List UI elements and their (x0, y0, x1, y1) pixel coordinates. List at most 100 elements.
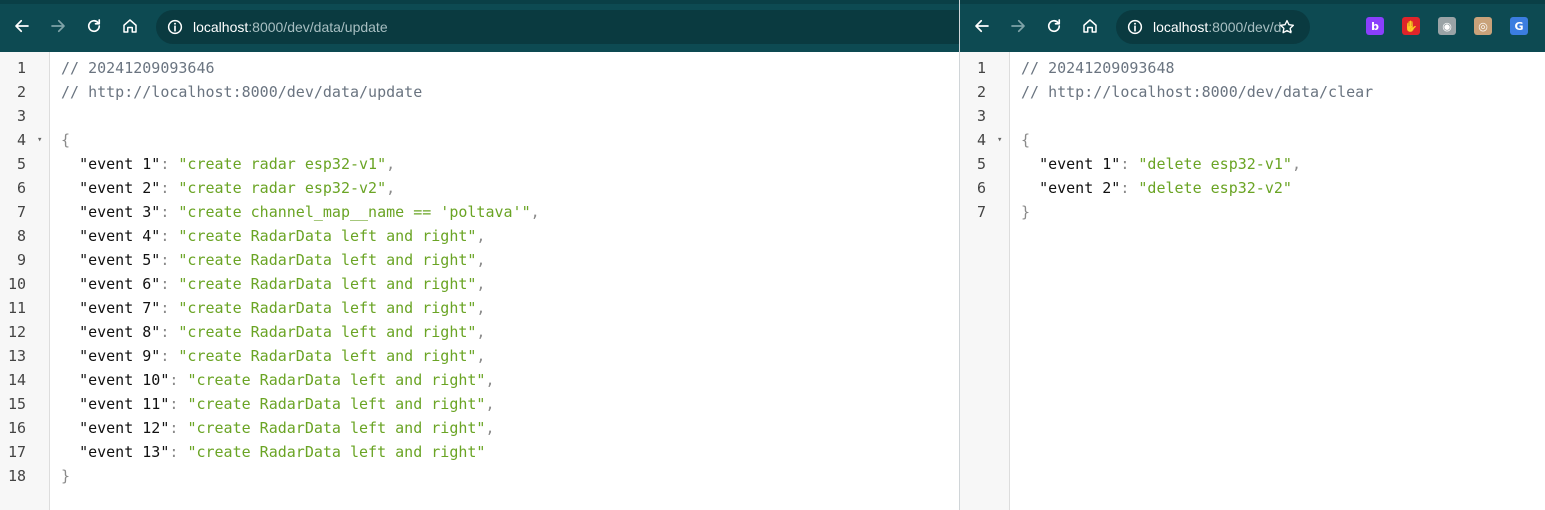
json-string-value: "create RadarData left and right" (178, 323, 477, 341)
json-comma: , (476, 323, 486, 341)
line-number: 3 (16, 107, 26, 125)
fold-toggle-icon[interactable]: ▾ (997, 128, 1002, 152)
line-content: "event 13": "create RadarData left and r… (61, 440, 485, 464)
json-colon: : (160, 347, 179, 365)
json-viewer: 1 // 20241209093648 2 // http://localhost:8… (960, 52, 1545, 510)
json-colon: : (160, 251, 179, 269)
code-line: 16 "event 12": "create RadarData left an… (0, 416, 959, 440)
json-key: "event 4" (79, 227, 161, 245)
code-line: 12 "event 8": "create RadarData left and… (0, 320, 959, 344)
home-icon (1083, 19, 1097, 33)
extension-glyph: ✋ (1404, 19, 1418, 33)
home-button[interactable] (1078, 14, 1102, 38)
json-string-value: "create radar esp32-v1" (178, 155, 387, 173)
json-colon: : (160, 227, 179, 245)
json-string-value: "create RadarData left and right" (187, 443, 486, 461)
line-number: 4 (16, 131, 26, 149)
json-colon: : (169, 419, 188, 437)
json-key: "event 10" (79, 371, 170, 389)
glasses-extension-icon[interactable]: ◎ (1474, 17, 1492, 35)
line-content: "event 10": "create RadarData left and r… (61, 368, 494, 392)
json-key: "event 1" (1039, 155, 1121, 173)
json-colon: : (160, 203, 179, 221)
json-string-value: "create RadarData left and right" (187, 419, 486, 437)
line-number: 9 (16, 251, 26, 269)
bitwarden-extension-icon[interactable]: b (1366, 17, 1384, 35)
url-text: localhost:8000/dev/d... (1153, 19, 1294, 35)
line-content: "event 3": "create channel_map__name == … (61, 200, 540, 224)
json-colon: : (169, 371, 188, 389)
json-comment: // http://localhost:8000/dev/data/clear (1021, 83, 1374, 101)
line-content: "event 7": "create RadarData left and ri… (61, 296, 485, 320)
json-key: "event 2" (79, 179, 161, 197)
json-string-value: "create RadarData left and right" (178, 251, 477, 269)
json-comma: , (530, 203, 540, 221)
code-line: 4 ▾ { (960, 128, 1545, 152)
adblock-extension-icon[interactable]: ✋ (1402, 17, 1420, 35)
json-comma: , (485, 371, 495, 389)
json-comma: , (386, 155, 396, 173)
line-content: { (61, 128, 70, 152)
reload-icon (1047, 19, 1061, 33)
json-key: "event 13" (79, 443, 170, 461)
line-number: 3 (976, 107, 986, 125)
fold-toggle-icon[interactable]: ▾ (37, 128, 42, 152)
json-key: "event 3" (79, 203, 161, 221)
json-colon: : (160, 323, 179, 341)
line-number: 18 (7, 467, 26, 485)
line-number: 2 (16, 83, 26, 101)
address-bar[interactable]: localhost:8000/dev/d... (1116, 10, 1310, 44)
json-key: "event 1" (79, 155, 161, 173)
extension-glyph: G (1514, 19, 1524, 33)
translate-extension-icon[interactable]: G (1510, 17, 1528, 35)
json-comment: // 20241209093646 (61, 59, 215, 77)
json-colon: : (1120, 179, 1139, 197)
screenshot-extension-icon[interactable]: ◉ (1438, 17, 1456, 35)
back-button[interactable] (970, 14, 994, 38)
line-number: 17 (7, 443, 26, 461)
browser-toolbar: localhost:8000/dev/data/update (0, 0, 959, 52)
reload-button[interactable] (82, 14, 106, 38)
json-colon: : (160, 155, 179, 173)
site-info-icon[interactable] (1126, 18, 1144, 36)
line-number: 7 (976, 203, 986, 221)
json-colon: : (169, 395, 188, 413)
reload-icon (87, 19, 101, 33)
code-line: 17 "event 13": "create RadarData left an… (0, 440, 959, 464)
json-brace: { (61, 131, 71, 149)
home-button[interactable] (118, 14, 142, 38)
forward-button[interactable] (1006, 14, 1030, 38)
line-number: 8 (16, 227, 26, 245)
code-line: 9 "event 5": "create RadarData left and … (0, 248, 959, 272)
json-brace: } (61, 467, 71, 485)
line-content: "event 11": "create RadarData left and r… (61, 392, 494, 416)
code-lines: 1 // 20241209093646 2 // http://localhost:8… (0, 56, 959, 488)
code-line: 1 // 20241209093648 (960, 56, 1545, 80)
forward-button[interactable] (46, 14, 70, 38)
line-content: "event 2": "create radar esp32-v2", (61, 176, 395, 200)
code-line: 8 "event 4": "create RadarData left and … (0, 224, 959, 248)
back-button[interactable] (10, 14, 34, 38)
json-comma: , (476, 275, 486, 293)
line-number: 1 (16, 59, 26, 77)
json-key: "event 12" (79, 419, 170, 437)
line-content: // http://localhost:8000/dev/data/update (61, 80, 422, 104)
code-line: 2 // http://localhost:8000/dev/data/updat… (0, 80, 959, 104)
site-info-icon[interactable] (166, 18, 184, 36)
bookmark-star-icon[interactable] (1278, 18, 1296, 36)
line-number: 12 (7, 323, 26, 341)
line-number: 15 (7, 395, 26, 413)
code-line: 2 // http://localhost:8000/dev/data/clear (960, 80, 1545, 104)
code-line: 10 "event 6": "create RadarData left and… (0, 272, 959, 296)
line-content: "event 2": "delete esp32-v2" (1021, 176, 1292, 200)
line-number: 14 (7, 371, 26, 389)
code-line: 3 (960, 104, 1545, 128)
reload-button[interactable] (1042, 14, 1066, 38)
json-string-value: "create RadarData left and right" (178, 275, 477, 293)
home-icon (123, 19, 137, 33)
json-string-value: "create RadarData left and right" (178, 227, 477, 245)
line-content: "event 1": "create radar esp32-v1", (61, 152, 395, 176)
address-bar[interactable]: localhost:8000/dev/data/update (156, 10, 959, 44)
line-content: // http://localhost:8000/dev/data/clear (1021, 80, 1373, 104)
code-line: 13 "event 9": "create RadarData left and… (0, 344, 959, 368)
